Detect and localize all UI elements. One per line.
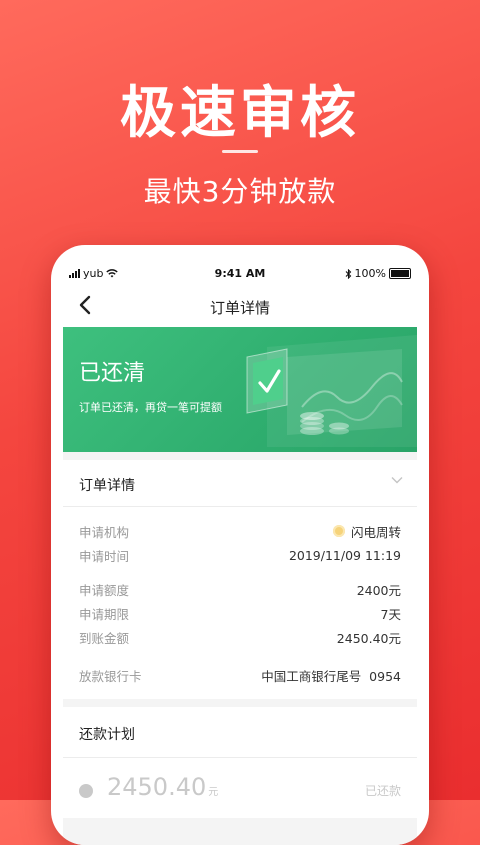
- institution-logo-icon: [332, 525, 345, 537]
- detail-row-bank: 放款银行卡 中国工商银行尾号 0954: [79, 663, 401, 687]
- order-details-list: 申请机构 闪电周转 申请时间 2019/11/09 11:19 申请额度 240…: [63, 507, 417, 699]
- amount-value: 2400元: [356, 582, 401, 598]
- paid-illustration-icon: [246, 335, 417, 447]
- promo-headline: 极速审核: [120, 81, 360, 146]
- status-message: 订单已还清，再贷一笔可提额: [79, 401, 222, 414]
- headline-divider: [222, 150, 258, 153]
- time-value: 2019/11/09 11:19: [288, 547, 401, 563]
- nav-bar: 订单详情: [63, 285, 417, 327]
- amount-label: 申请额度: [79, 582, 130, 598]
- order-status: 已还清: [79, 361, 146, 386]
- received-label: 到账金额: [79, 630, 130, 646]
- repayment-plan-item: 2450.40 元 已还款: [63, 758, 417, 818]
- plan-amount-unit: 元: [208, 787, 219, 798]
- app-screen: yub 9:41 AM 100% 订单详情 已还清 订单已还清，再贷一笔可提额 …: [63, 263, 417, 845]
- order-details-title: 订单详情: [79, 478, 135, 494]
- bank-value: 中国工商银行尾号 0954: [261, 668, 401, 684]
- order-details-header[interactable]: 订单详情: [63, 460, 417, 507]
- detail-row-term: 申请期限 7天: [79, 601, 401, 625]
- detail-row-institution: 申请机构 闪电周转: [79, 519, 401, 543]
- institution-value: 闪电周转: [350, 524, 401, 540]
- detail-row-time: 申请时间 2019/11/09 11:19: [79, 543, 401, 567]
- promo-subhead: 最快3分钟放款: [143, 175, 337, 208]
- detail-row-received: 到账金额 2450.40元: [79, 625, 401, 649]
- battery-percent: 100%: [354, 267, 386, 280]
- battery-icon: [389, 268, 411, 279]
- bank-label: 放款银行卡: [79, 668, 142, 684]
- bluetooth-icon: [345, 268, 351, 279]
- detail-row-amount: 申请额度 2400元: [79, 577, 401, 601]
- phone-mockup: yub 9:41 AM 100% 订单详情 已还清 订单已还清，再贷一笔可提额 …: [51, 245, 429, 845]
- plan-status: 已还款: [364, 784, 401, 798]
- chevron-down-icon: [391, 477, 403, 484]
- repayment-plan-header: 还款计划: [63, 707, 417, 758]
- page-title: 订单详情: [209, 299, 270, 317]
- plan-amount: 2450.40: [107, 773, 207, 801]
- plan-status-icon: [79, 784, 93, 798]
- status-bar: yub 9:41 AM 100%: [63, 263, 417, 285]
- status-banner: 已还清 订单已还清，再贷一笔可提额: [63, 327, 417, 452]
- received-value: 2450.40元: [336, 630, 401, 646]
- time-label: 申请时间: [79, 548, 130, 564]
- repayment-plan-title: 还款计划: [79, 727, 135, 743]
- term-value: 7天: [380, 606, 401, 622]
- institution-label: 申请机构: [79, 524, 130, 540]
- term-label: 申请期限: [79, 606, 130, 622]
